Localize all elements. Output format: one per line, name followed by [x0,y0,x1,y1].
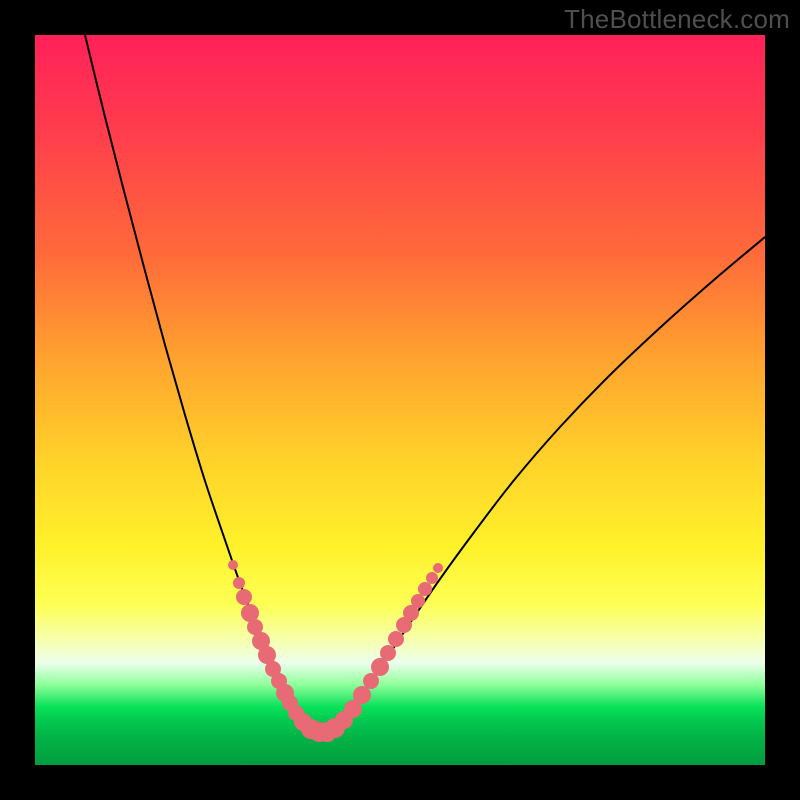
highlight-dot [233,577,245,589]
highlight-dot [418,582,432,596]
highlight-dot [236,589,252,605]
highlight-dot [380,645,396,661]
curve-layer [35,35,765,765]
watermark-label: TheBottleneck.com [564,4,790,35]
chart-frame: TheBottleneck.com [0,0,800,800]
highlight-dots [228,560,443,742]
highlight-dot [228,560,238,570]
highlight-dot [363,673,379,689]
highlight-dot [388,631,404,647]
bottleneck-curve [85,35,765,733]
highlight-dot [353,686,371,704]
highlight-dot [426,572,438,584]
highlight-dot [411,594,425,608]
plot-area [35,35,765,765]
highlight-dot [433,563,443,573]
